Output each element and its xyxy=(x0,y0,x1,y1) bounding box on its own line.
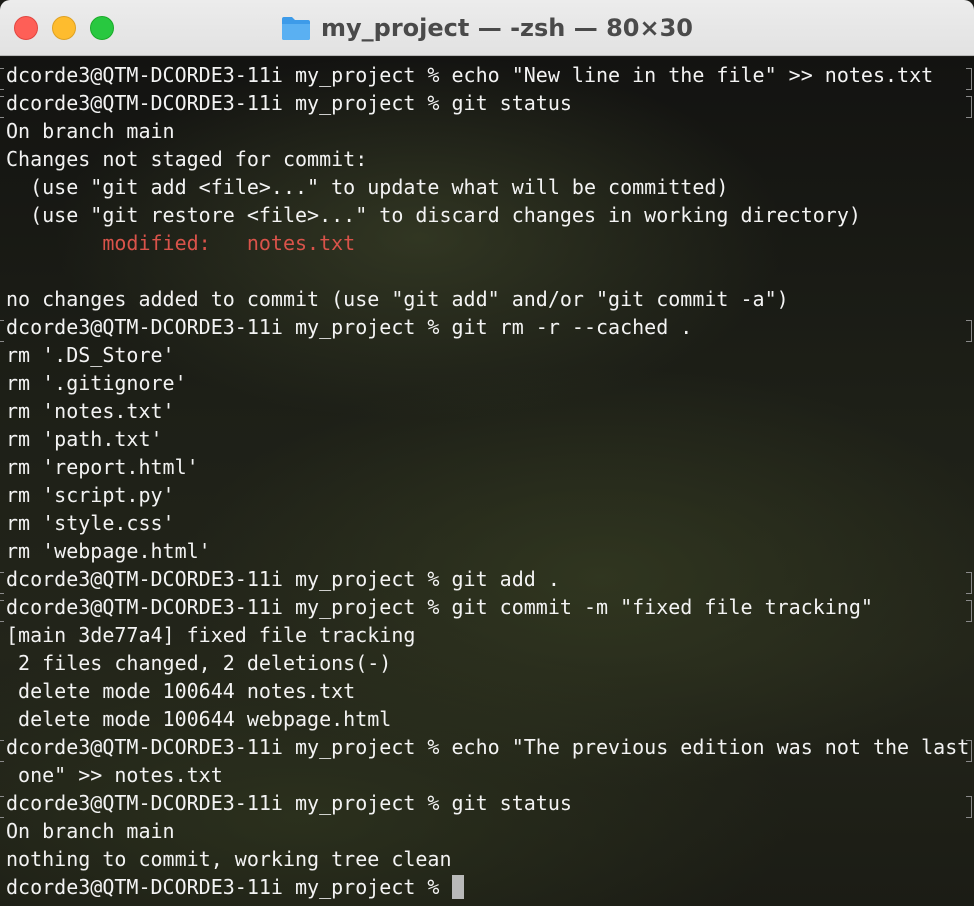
prompt-mark-left xyxy=(0,796,4,818)
prompt-mark-left xyxy=(0,68,4,90)
prompt-text: dcorde3@QTM-DCORDE3-11i my_project % xyxy=(6,875,452,899)
terminal-output-line: modified: notes.txt xyxy=(6,231,356,255)
terminal-window: my_project — -zsh — 80×30 dcorde3@QTM-DC… xyxy=(0,0,974,906)
prompt-mark-left xyxy=(0,96,4,118)
terminal-output-line: nothing to commit, working tree clean xyxy=(6,847,452,871)
prompt-mark-left xyxy=(0,600,4,622)
terminal-output-line: [main 3de77a4] fixed file tracking xyxy=(6,623,416,647)
prompt-mark-right xyxy=(966,96,972,118)
terminal-output-line: rm 'report.html' xyxy=(6,455,199,479)
text-cursor xyxy=(451,875,464,899)
prompt-mark-right xyxy=(966,796,972,818)
terminal-output-line: delete mode 100644 webpage.html xyxy=(6,707,392,731)
title-bar[interactable]: my_project — -zsh — 80×30 xyxy=(0,0,974,56)
prompt-mark-left xyxy=(0,572,4,594)
terminal-command-line: dcorde3@QTM-DCORDE3-11i my_project % git… xyxy=(6,567,560,591)
prompt-mark-right xyxy=(966,572,972,594)
terminal-output-line: rm '.DS_Store' xyxy=(6,343,175,367)
terminal-command-line: dcorde3@QTM-DCORDE3-11i my_project % git… xyxy=(6,315,693,339)
terminal-output-line: rm 'webpage.html' xyxy=(6,539,211,563)
terminal-output-line: 2 files changed, 2 deletions(-) xyxy=(6,651,392,675)
terminal-lines: dcorde3@QTM-DCORDE3-11i my_project % ech… xyxy=(6,61,970,901)
terminal-output-line: no changes added to commit (use "git add… xyxy=(6,287,789,311)
terminal-command-line: dcorde3@QTM-DCORDE3-11i my_project % ech… xyxy=(6,63,934,87)
terminal-output-line: one" >> notes.txt xyxy=(6,763,223,787)
window-title-text: my_project — -zsh — 80×30 xyxy=(321,14,693,42)
window-title: my_project — -zsh — 80×30 xyxy=(0,0,974,56)
prompt-mark-right xyxy=(966,320,972,342)
prompt-mark-right xyxy=(966,68,972,90)
terminal-output-line: rm '.gitignore' xyxy=(6,371,187,395)
prompt-mark-left xyxy=(0,740,4,762)
terminal-command-line: dcorde3@QTM-DCORDE3-11i my_project % git… xyxy=(6,791,572,815)
terminal-output-line: Changes not staged for commit: xyxy=(6,147,368,171)
prompt-mark-right xyxy=(966,740,972,762)
terminal-command-line: dcorde3@QTM-DCORDE3-11i my_project % git… xyxy=(6,595,873,619)
terminal-output-line: On branch main xyxy=(6,819,175,843)
terminal-output-line: rm 'style.css' xyxy=(6,511,175,535)
terminal-output-line: rm 'path.txt' xyxy=(6,427,163,451)
terminal-output[interactable]: dcorde3@QTM-DCORDE3-11i my_project % ech… xyxy=(0,57,974,906)
prompt-mark-left xyxy=(0,320,4,342)
prompt-mark-right xyxy=(966,600,972,622)
terminal-output-line: delete mode 100644 notes.txt xyxy=(6,679,356,703)
terminal-output-line: rm 'notes.txt' xyxy=(6,399,175,423)
terminal-output-line: (use "git add <file>..." to update what … xyxy=(6,175,729,199)
terminal-output-line: rm 'script.py' xyxy=(6,483,175,507)
terminal-command-line: dcorde3@QTM-DCORDE3-11i my_project % git… xyxy=(6,91,572,115)
terminal-output-line: (use "git restore <file>..." to discard … xyxy=(6,203,861,227)
terminal-command-line: dcorde3@QTM-DCORDE3-11i my_project % ech… xyxy=(6,735,970,759)
terminal-current-prompt[interactable]: dcorde3@QTM-DCORDE3-11i my_project % xyxy=(6,873,966,901)
folder-icon xyxy=(282,17,310,40)
terminal-output-line: On branch main xyxy=(6,119,175,143)
